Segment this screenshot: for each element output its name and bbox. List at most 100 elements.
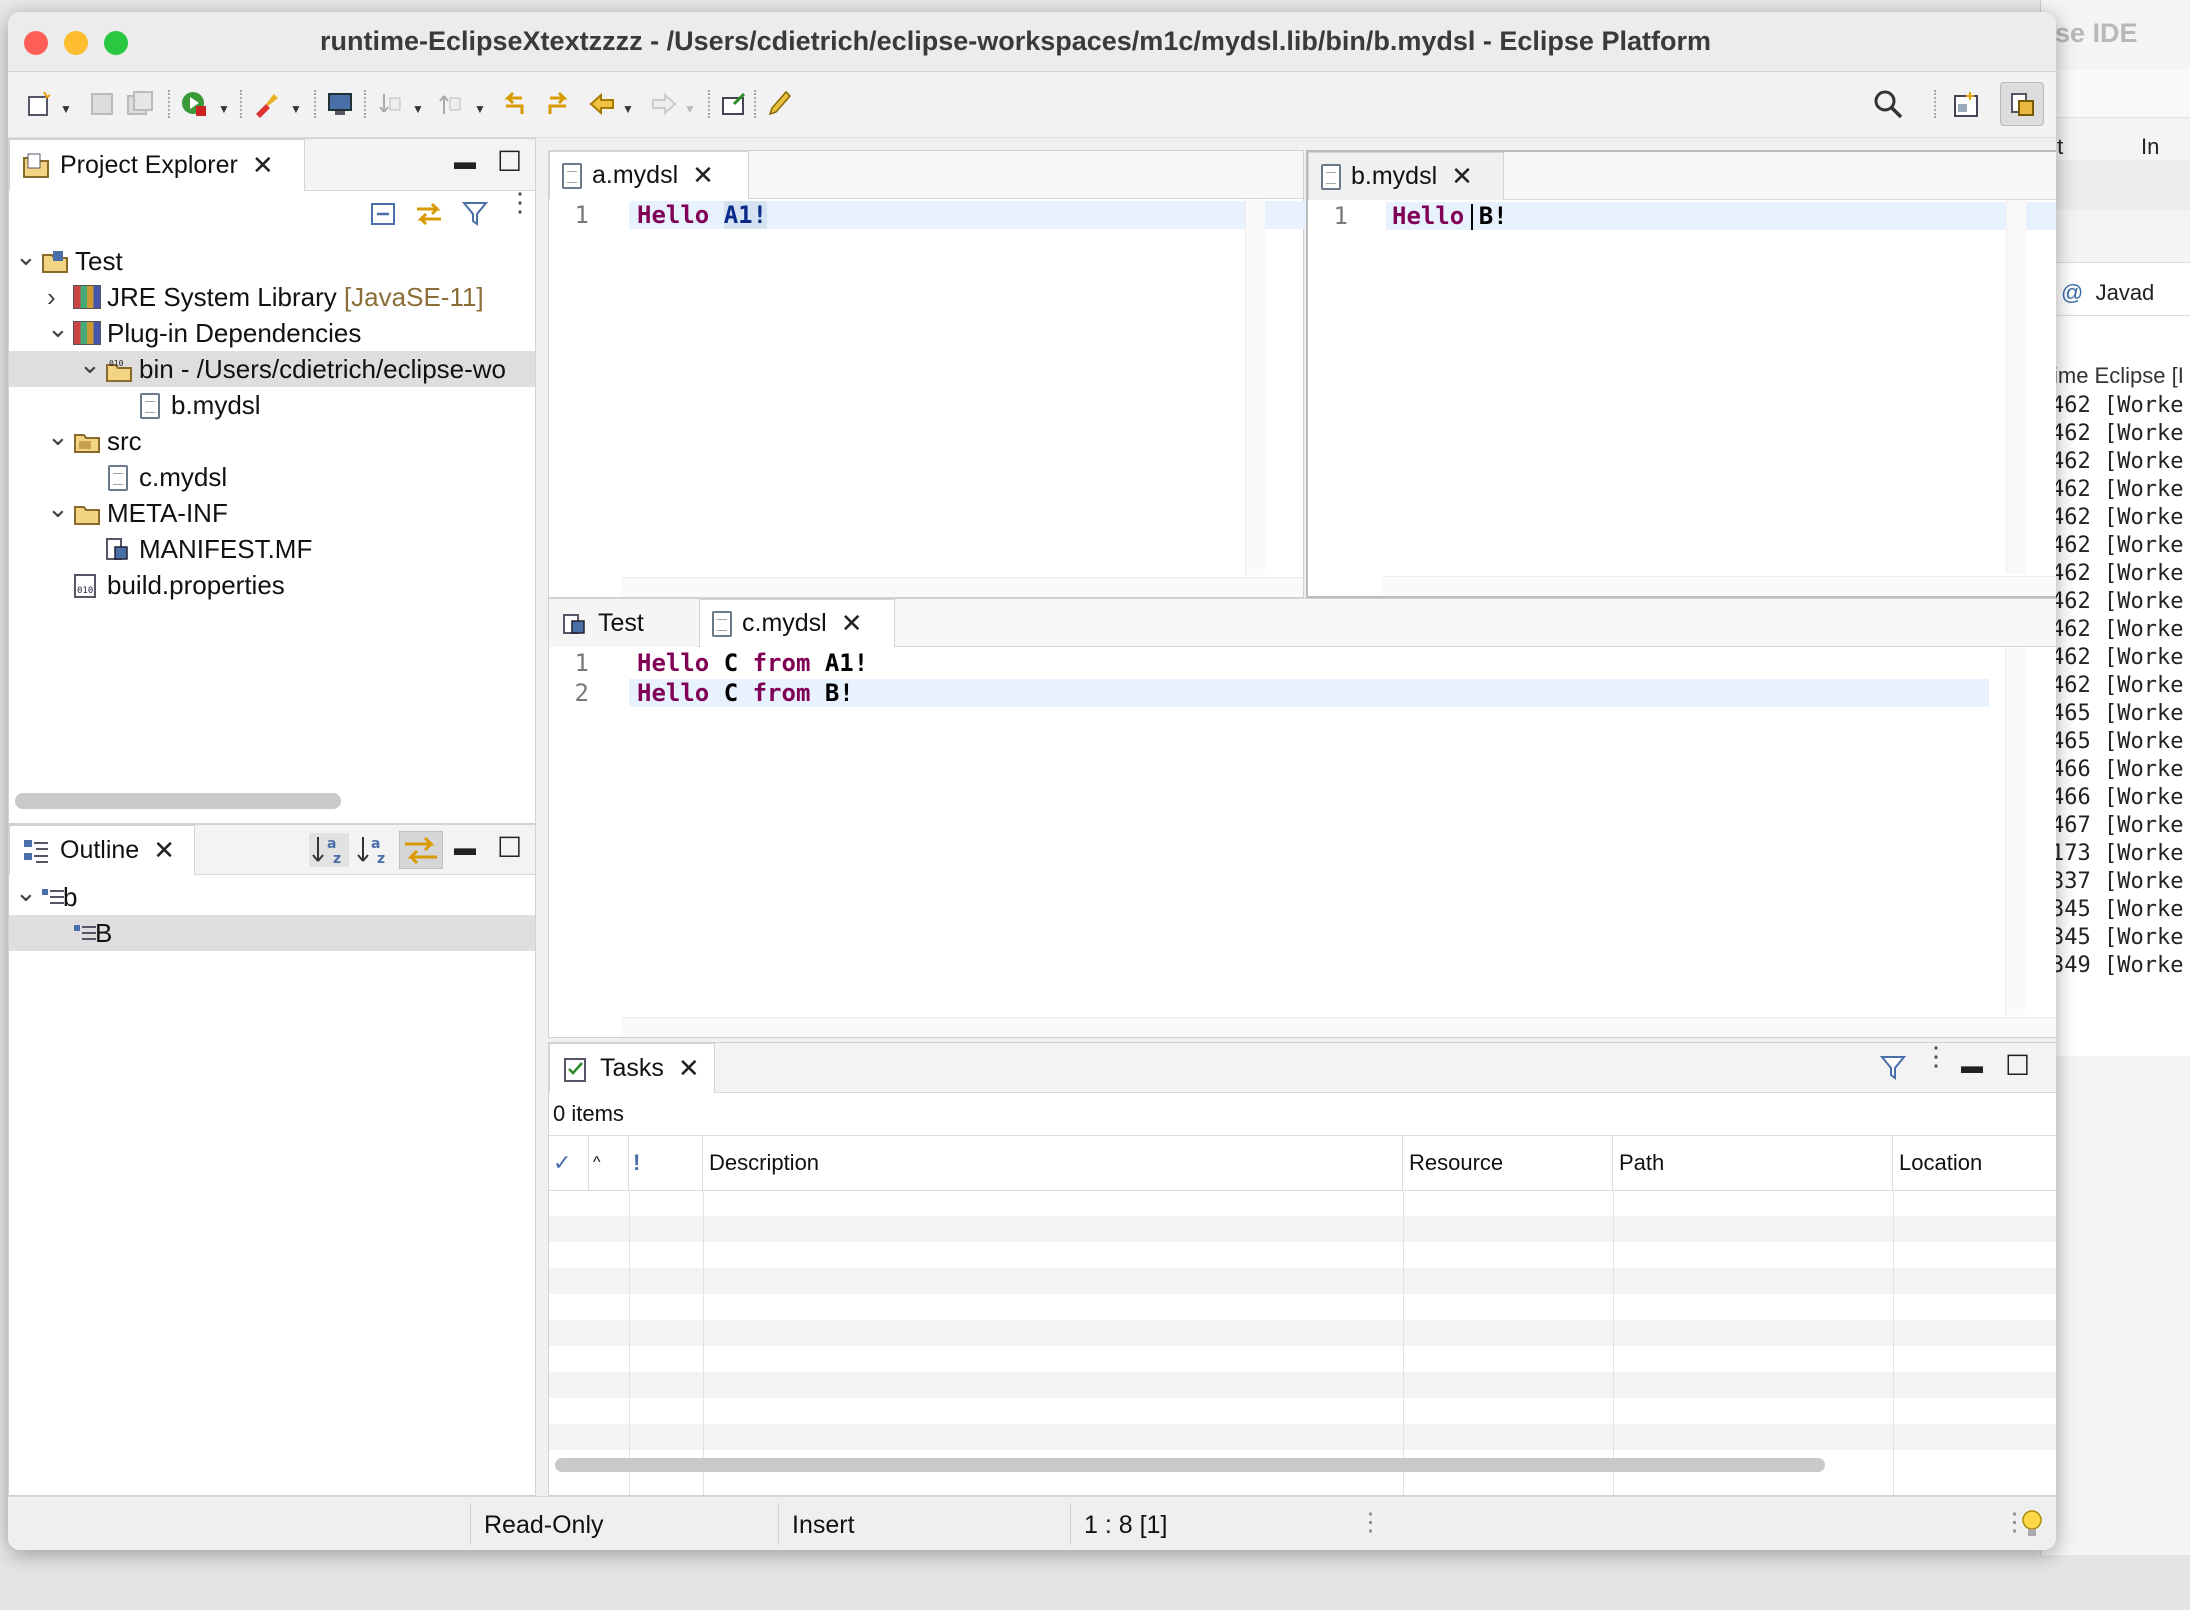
column-header-description[interactable]: Description <box>703 1136 1403 1190</box>
link-with-editor-icon[interactable] <box>399 831 443 869</box>
source-folder-icon <box>73 429 100 453</box>
open-perspective-icon[interactable] <box>1952 90 1980 118</box>
horizontal-scrollbar[interactable] <box>555 1458 1825 1472</box>
view-menu-icon[interactable]: ⋮ <box>1923 1043 1949 1069</box>
filter-icon[interactable] <box>461 199 489 229</box>
column-header-priority[interactable]: ! <box>629 1136 703 1190</box>
chevron-down-icon[interactable]: ⌄ <box>47 493 69 524</box>
tree-item[interactable]: MANIFEST.MF <box>9 531 535 567</box>
tree-item[interactable]: B <box>9 915 535 951</box>
column-header-priority-sort[interactable]: ^ <box>589 1136 629 1190</box>
close-icon[interactable]: ✕ <box>678 1053 700 1084</box>
filter-icon[interactable] <box>1879 1053 1907 1083</box>
column-header-path[interactable]: Path <box>1613 1136 1893 1190</box>
tab-test-manifest[interactable]: Test <box>549 599 697 647</box>
external-tools-icon[interactable] <box>252 90 280 118</box>
tree-item[interactable]: ⌄ META-INF <box>9 493 535 531</box>
tab-outline[interactable]: Outline ✕ <box>9 825 195 875</box>
view-menu-icon[interactable]: ⋮ <box>507 189 533 215</box>
maximize-view-icon[interactable]: ☐ <box>2005 1049 2030 1082</box>
horizontal-scrollbar[interactable] <box>15 793 341 809</box>
code-line: Hello B! <box>1392 202 1508 230</box>
last-edit-location-icon[interactable] <box>500 90 528 118</box>
chevron-down-icon[interactable]: ⌄ <box>15 241 37 272</box>
next-edit-icon[interactable] <box>544 90 572 118</box>
close-window-button[interactable] <box>24 31 48 55</box>
column-header-completed[interactable]: ✓ <box>549 1136 589 1190</box>
library-icon <box>73 285 101 309</box>
run-dropdown-icon[interactable]: ▼ <box>218 102 230 116</box>
run-icon[interactable] <box>180 90 208 118</box>
tab-a-mydsl[interactable]: a.mydsl ✕ <box>549 151 749 199</box>
save-all-icon[interactable] <box>126 90 154 118</box>
column-header-resource[interactable]: Resource <box>1403 1136 1613 1190</box>
status-drag-handle[interactable]: ⋮ <box>1358 1507 1383 1537</box>
next-annotation-dropdown-icon[interactable]: ▼ <box>412 102 424 116</box>
editor-text-area[interactable]: 1 Hello C from A1! 2 Hello C from B! <box>549 647 2056 1037</box>
terminal-icon[interactable] <box>326 90 354 118</box>
close-icon[interactable]: ✕ <box>153 835 175 866</box>
chevron-down-icon[interactable]: ⌄ <box>47 421 69 452</box>
editor-text-area[interactable]: 1 Hello A1! <box>549 199 1329 597</box>
previous-annotation-dropdown-icon[interactable]: ▼ <box>474 102 486 116</box>
close-icon[interactable]: ✕ <box>841 608 863 639</box>
editor-c-mydsl: Test c.mydsl ✕ 1 Hello C from A1! 2 Hell… <box>548 598 2056 1038</box>
previous-annotation-icon[interactable] <box>436 90 464 118</box>
tree-item[interactable]: ⌄ Test <box>9 241 535 279</box>
external-tools-dropdown-icon[interactable]: ▼ <box>290 102 302 116</box>
tab-tasks[interactable]: Tasks ✕ <box>549 1043 715 1093</box>
forward-icon[interactable] <box>650 90 678 118</box>
back-icon[interactable] <box>588 90 616 118</box>
link-with-editor-icon[interactable] <box>413 199 445 229</box>
chevron-down-icon[interactable]: ⌄ <box>15 877 37 908</box>
new-wizard-icon[interactable] <box>26 90 54 118</box>
minimize-view-icon[interactable]: ▬ <box>454 149 476 175</box>
tab-c-mydsl[interactable]: c.mydsl ✕ <box>699 599 895 647</box>
zoom-window-button[interactable] <box>104 31 128 55</box>
toolbar-separator <box>708 90 710 118</box>
maximize-view-icon[interactable]: ☐ <box>497 831 522 864</box>
tab-b-mydsl[interactable]: b.mydsl ✕ <box>1308 152 1504 200</box>
background-tab-fragment-2: In <box>2141 134 2160 159</box>
tree-item[interactable]: b.mydsl <box>9 387 535 423</box>
tab-project-explorer[interactable]: Project Explorer ✕ <box>9 139 305 191</box>
chevron-down-icon[interactable]: ⌄ <box>47 313 69 344</box>
javadoc-tab[interactable]: @ Javad <box>2061 280 2154 306</box>
status-cursor-position: 1 : 8 [1] <box>1084 1511 1168 1539</box>
annotate-icon[interactable] <box>766 90 794 118</box>
sort-by-type-icon[interactable]: az <box>355 833 391 867</box>
minimize-window-button[interactable] <box>64 31 88 55</box>
save-icon[interactable] <box>88 90 116 118</box>
column-header-location[interactable]: Location <box>1893 1136 2056 1190</box>
forward-dropdown-icon[interactable]: ▼ <box>684 102 696 116</box>
maximize-view-icon[interactable]: ☐ <box>497 145 522 178</box>
chevron-right-icon[interactable]: › <box>47 282 56 313</box>
close-icon[interactable]: ✕ <box>692 160 714 191</box>
tree-item[interactable]: 010 build.properties <box>9 567 535 603</box>
tree-item[interactable]: › JRE System Library [JavaSE-11] <box>9 279 535 315</box>
toolbar-separator <box>364 90 366 118</box>
tree-item[interactable]: ⌄ b <box>9 877 535 915</box>
plugin-development-perspective-button[interactable] <box>2000 82 2044 126</box>
tip-of-the-day-icon[interactable] <box>2020 1509 2044 1539</box>
chevron-down-icon[interactable]: ⌄ <box>79 349 101 380</box>
minimize-view-icon[interactable]: ▬ <box>454 835 476 861</box>
sort-alphabetically-icon[interactable]: az <box>309 833 349 867</box>
tasks-count: 0 items <box>553 1101 624 1126</box>
tree-item[interactable]: c.mydsl <box>9 459 535 495</box>
tree-item-label: b.mydsl <box>171 389 261 420</box>
editor-text-area[interactable]: 1 Hello B! <box>1308 200 2056 596</box>
new-dropdown-icon[interactable]: ▼ <box>60 102 72 116</box>
tree-item[interactable]: ⌄ 010 bin - /Users/cdietrich/eclipse-wo <box>9 349 535 387</box>
close-icon[interactable]: ✕ <box>1451 161 1473 192</box>
minimize-view-icon[interactable]: ▬ <box>1961 1053 1983 1079</box>
next-annotation-icon[interactable] <box>376 90 404 118</box>
back-dropdown-icon[interactable]: ▼ <box>622 102 634 116</box>
tree-item-decoration: [JavaSE-11] <box>336 281 484 312</box>
tree-item[interactable]: ⌄ src <box>9 421 535 459</box>
search-icon[interactable] <box>1872 88 1904 120</box>
tree-item[interactable]: ⌄ Plug-in Dependencies <box>9 313 535 351</box>
close-icon[interactable]: ✕ <box>252 150 274 181</box>
open-task-icon[interactable] <box>720 90 748 118</box>
collapse-all-icon[interactable] <box>369 199 399 229</box>
